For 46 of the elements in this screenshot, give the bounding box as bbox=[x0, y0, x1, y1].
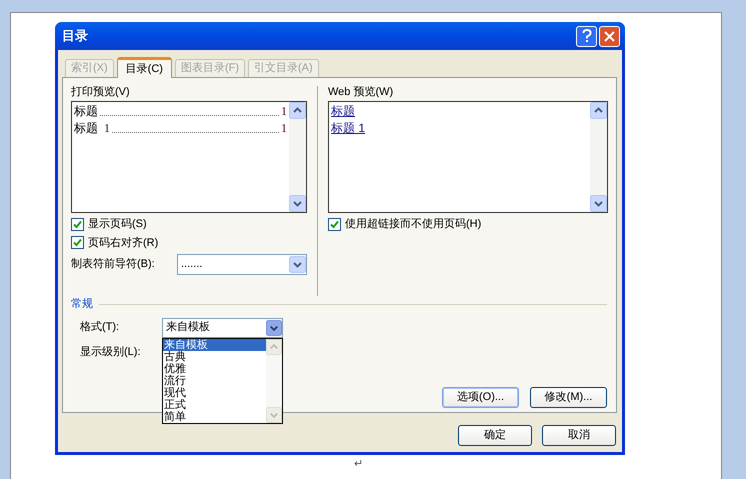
dropdown-option[interactable]: 古典 bbox=[163, 351, 266, 363]
dropdown-option[interactable]: 正式 bbox=[163, 399, 266, 411]
preview-link[interactable]: 标题 bbox=[331, 103, 355, 120]
format-label: 格式(T): bbox=[80, 320, 120, 336]
tab-leader-value: ....... bbox=[180, 257, 204, 272]
checkbox-label: 使用超链接而不使用页码(H) bbox=[345, 216, 482, 232]
tab-leader-label: 制表符前导符(B): bbox=[71, 257, 156, 272]
scroll-up-icon bbox=[266, 339, 282, 355]
format-value: 来自模板 bbox=[165, 320, 211, 336]
dropdown-option[interactable]: 流行 bbox=[163, 375, 266, 387]
dialog-button[interactable]: 修改(M)... bbox=[530, 387, 607, 408]
scroll-up-icon bbox=[590, 102, 607, 119]
section-title: 常规 bbox=[71, 297, 93, 312]
dialog-button[interactable]: 取消 bbox=[542, 425, 616, 446]
tab[interactable]: 目录(C) bbox=[116, 57, 172, 78]
heading-number: 1 bbox=[104, 120, 110, 137]
dropdown-option[interactable]: 简单 bbox=[163, 411, 266, 423]
close-button[interactable] bbox=[599, 26, 620, 46]
checkbox[interactable] bbox=[71, 218, 84, 231]
dialog-button[interactable]: 选项(O)... bbox=[442, 387, 519, 408]
checkbox[interactable] bbox=[328, 218, 341, 231]
web-preview-label: Web 预览(W) bbox=[328, 85, 394, 100]
close-icon bbox=[604, 30, 615, 42]
page-number: 1 bbox=[281, 103, 287, 120]
tab-leader-dropdown[interactable]: ....... bbox=[177, 254, 307, 275]
scroll-up-icon bbox=[289, 102, 306, 119]
scroll-down-icon bbox=[289, 195, 306, 212]
dropdown-option[interactable]: 来自模板 bbox=[163, 339, 266, 351]
print-preview-label: 打印预览(V) bbox=[71, 85, 131, 100]
show-levels-label: 显示级别(L): bbox=[80, 344, 140, 360]
scroll-down-icon bbox=[590, 195, 607, 212]
paragraph-mark: ↵ bbox=[354, 457, 363, 472]
heading-text: 标题 bbox=[74, 120, 98, 137]
dropdown-option[interactable]: 优雅 bbox=[163, 363, 266, 375]
checkbox-label: 页码右对齐(R) bbox=[88, 236, 158, 250]
window-title: 目录 bbox=[62, 27, 88, 46]
dropdown-option[interactable]: 现代 bbox=[163, 387, 266, 399]
page-number: 1 bbox=[281, 120, 287, 137]
dialog-button[interactable]: 确定 bbox=[458, 425, 532, 446]
checkbox-label: 显示页码(S) bbox=[88, 217, 147, 232]
preview-link[interactable]: 标题 1 bbox=[331, 120, 366, 137]
question-mark-icon bbox=[582, 29, 592, 43]
format-dropdown[interactable]: 来自模板 bbox=[162, 318, 283, 338]
checkbox[interactable] bbox=[71, 236, 84, 250]
help-button[interactable] bbox=[576, 26, 597, 46]
heading-text: 标题 bbox=[74, 103, 98, 120]
